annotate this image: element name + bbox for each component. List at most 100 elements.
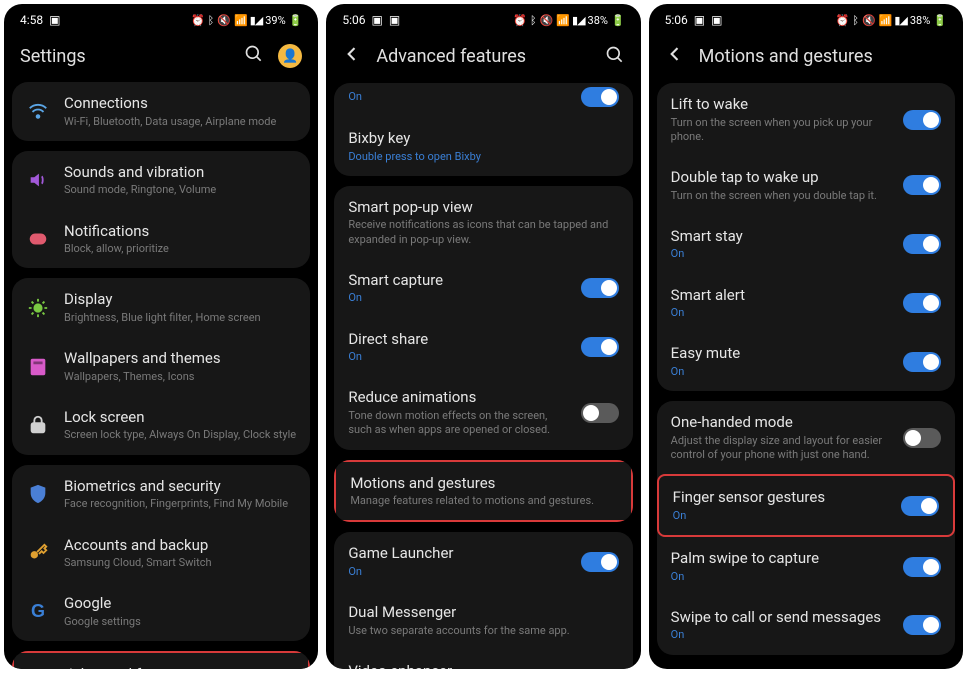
battery-pct: 39% <box>265 14 285 27</box>
settings-group: Game LauncherOnDual MessengerUse two sep… <box>334 532 632 669</box>
shield-icon <box>26 482 50 506</box>
settings-list[interactable]: On Bixby keyDouble press to open Bixby Sma… <box>326 83 640 669</box>
settings-row[interactable]: Smart stayOn <box>657 215 955 274</box>
row-subtitle: Tone down motion effects on the screen, … <box>348 409 566 438</box>
back-button[interactable] <box>342 44 362 69</box>
row-text: ConnectionsWi-Fi, Bluetooth, Data usage,… <box>64 94 296 129</box>
row-title: Google <box>64 594 296 614</box>
toggle-switch[interactable] <box>903 293 941 313</box>
phone-advanced-features: 5:06 ▣ ▣ ⏰ ᛒ 🔇 📶 ▮◢ 38% 🔋 Advanced featu… <box>326 4 640 669</box>
settings-group: One-handed modeAdjust the display size a… <box>657 401 955 654</box>
settings-row[interactable]: Motions and gesturesManage features rela… <box>334 460 632 523</box>
row-title: One-handed mode <box>671 413 889 433</box>
settings-row[interactable]: ConnectionsWi-Fi, Bluetooth, Data usage,… <box>12 82 310 141</box>
row-subtitle: Manage features related to motions and g… <box>350 494 616 508</box>
toggle-switch[interactable] <box>903 615 941 635</box>
settings-row[interactable]: GGoogleGoogle settings <box>12 582 310 641</box>
row-title: Advanced features <box>66 665 294 669</box>
row-text: Smart pop-up viewReceive notifications a… <box>348 198 618 247</box>
settings-row[interactable]: Video enhancerOn <box>334 650 632 669</box>
settings-row[interactable]: Accounts and backupSamsung Cloud, Smart … <box>12 524 310 583</box>
settings-row[interactable]: One-handed modeAdjust the display size a… <box>657 401 955 474</box>
toggle-switch[interactable] <box>901 496 939 516</box>
settings-group: On Bixby keyDouble press to open Bixby <box>334 83 632 176</box>
settings-row[interactable]: Finger sensor gesturesOn <box>657 474 955 537</box>
settings-row[interactable]: Bixby keyDouble press to open Bixby <box>334 117 632 176</box>
row-title: Bixby key <box>348 129 618 149</box>
back-button[interactable] <box>665 44 685 69</box>
status-time: 5:06 <box>342 13 365 27</box>
settings-row[interactable]: Sounds and vibrationSound mode, Ringtone… <box>12 151 310 210</box>
row-text: On <box>348 89 566 104</box>
wifi-icon <box>26 99 50 123</box>
row-text: Finger sensor gesturesOn <box>673 488 887 523</box>
battery-pct: 38% <box>588 14 608 27</box>
settings-row[interactable]: Palm swipe to captureOn <box>657 537 955 596</box>
row-subtitle: On <box>671 306 889 320</box>
row-title: Finger sensor gestures <box>673 488 887 508</box>
settings-row[interactable]: Easy muteOn <box>657 332 955 391</box>
sound-icon <box>26 168 50 192</box>
settings-group: Smart pop-up viewReceive notifications a… <box>334 186 632 450</box>
toggle-switch[interactable] <box>581 87 619 107</box>
settings-row[interactable]: Advanced featuresBixby Routines, Motions… <box>12 651 310 669</box>
row-title: Smart alert <box>671 286 889 306</box>
settings-row[interactable]: Wallpapers and themesWallpapers, Themes,… <box>12 337 310 396</box>
screenshot-icon: ▣ <box>711 13 722 27</box>
settings-list[interactable]: Lift to wakeTurn on the screen when you … <box>649 83 963 669</box>
row-text: Advanced featuresBixby Routines, Motions… <box>66 665 294 669</box>
row-title: Palm swipe to capture <box>671 549 889 569</box>
mute-icon: 🔇 <box>540 14 554 27</box>
search-icon[interactable] <box>244 44 264 68</box>
row-subtitle: On <box>671 365 889 379</box>
settings-row[interactable]: Smart alertOn <box>657 274 955 333</box>
wifi-icon: 📶 <box>556 14 569 27</box>
settings-row-partial[interactable]: On <box>334 83 632 117</box>
settings-row[interactable]: Lock screenScreen lock type, Always On D… <box>12 396 310 455</box>
row-subtitle: Block, allow, prioritize <box>64 242 296 256</box>
toggle-switch[interactable] <box>903 352 941 372</box>
settings-row[interactable]: Dual MessengerUse two separate accounts … <box>334 591 632 650</box>
toggle-switch[interactable] <box>581 337 619 357</box>
row-title: Direct share <box>348 330 566 350</box>
phone-settings-main: 4:58 ▣ ⏰ ᛒ 🔇 📶 ▮◢ 39% 🔋 Settings 👤 Conne… <box>4 4 318 669</box>
header: Advanced features <box>326 36 640 83</box>
settings-row[interactable]: Game LauncherOn <box>334 532 632 591</box>
settings-row[interactable]: Swipe to call or send messagesOn <box>657 596 955 655</box>
alarm-icon: ⏰ <box>836 14 850 27</box>
row-text: NotificationsBlock, allow, prioritize <box>64 222 296 257</box>
settings-row[interactable]: Biometrics and securityFace recognition,… <box>12 465 310 524</box>
settings-row[interactable]: Smart captureOn <box>334 259 632 318</box>
row-title: Video enhancer <box>348 662 566 669</box>
toggle-switch[interactable] <box>581 278 619 298</box>
settings-row[interactable]: Reduce animationsTone down motion effect… <box>334 376 632 449</box>
signal-icon: ▮◢ <box>572 14 585 27</box>
row-title: Easy mute <box>671 344 889 364</box>
row-title: Biometrics and security <box>64 477 296 497</box>
toggle-switch[interactable] <box>581 552 619 572</box>
avatar[interactable]: 👤 <box>278 44 302 68</box>
toggle-switch[interactable] <box>903 557 941 577</box>
toggle-switch[interactable] <box>903 110 941 130</box>
settings-row[interactable]: DisplayBrightness, Blue light filter, Ho… <box>12 278 310 337</box>
signal-icon: ▮◢ <box>894 14 907 27</box>
toggle-switch[interactable] <box>903 234 941 254</box>
row-subtitle: On <box>673 509 887 523</box>
toggle-switch[interactable] <box>581 403 619 423</box>
page-title: Advanced features <box>376 46 590 67</box>
lock-icon <box>26 413 50 437</box>
settings-row[interactable]: Double tap to wake upTurn on the screen … <box>657 156 955 215</box>
row-text: Sounds and vibrationSound mode, Ringtone… <box>64 163 296 198</box>
settings-row[interactable]: NotificationsBlock, allow, prioritize <box>12 210 310 269</box>
toggle-switch[interactable] <box>903 175 941 195</box>
toggle-switch[interactable] <box>903 428 941 448</box>
search-icon[interactable] <box>605 45 625 69</box>
row-title: Game Launcher <box>348 544 566 564</box>
bluetooth-icon: ᛒ <box>208 14 215 27</box>
settings-row[interactable]: Lift to wakeTurn on the screen when you … <box>657 83 955 156</box>
settings-list[interactable]: ConnectionsWi-Fi, Bluetooth, Data usage,… <box>4 82 318 669</box>
settings-row[interactable]: Direct shareOn <box>334 318 632 377</box>
row-title: Display <box>64 290 296 310</box>
bluetooth-icon: ᛒ <box>530 14 537 27</box>
settings-row[interactable]: Smart pop-up viewReceive notifications a… <box>334 186 632 259</box>
